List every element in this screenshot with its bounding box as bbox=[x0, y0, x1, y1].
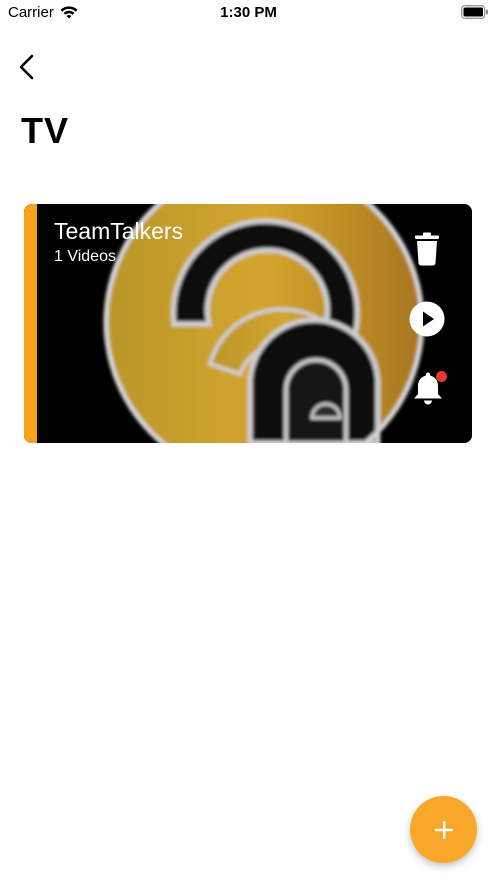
channel-name: TeamTalkers bbox=[54, 218, 184, 244]
card-accent-bar bbox=[24, 204, 37, 443]
notification-dot bbox=[436, 371, 447, 382]
channel-card[interactable]: TeamTalkers 1 Videos bbox=[24, 204, 472, 443]
play-button[interactable] bbox=[408, 300, 446, 338]
status-bar: Carrier 1:30 PM bbox=[0, 0, 497, 26]
status-time: 1:30 PM bbox=[220, 4, 277, 21]
chevron-left-icon bbox=[19, 54, 34, 80]
screen: Carrier 1:30 PM TV TeamTalkers 1 Videos bbox=[0, 0, 497, 883]
channel-video-count: 1 Videos bbox=[54, 248, 116, 265]
plus-icon bbox=[434, 820, 453, 839]
battery-icon bbox=[461, 5, 488, 19]
delete-button[interactable] bbox=[408, 230, 446, 268]
add-button[interactable] bbox=[410, 796, 477, 863]
back-button[interactable] bbox=[10, 50, 44, 84]
play-circle-icon bbox=[409, 301, 445, 337]
page-title: TV bbox=[21, 110, 70, 151]
trash-icon bbox=[415, 232, 439, 266]
notifications-button[interactable] bbox=[408, 368, 448, 408]
